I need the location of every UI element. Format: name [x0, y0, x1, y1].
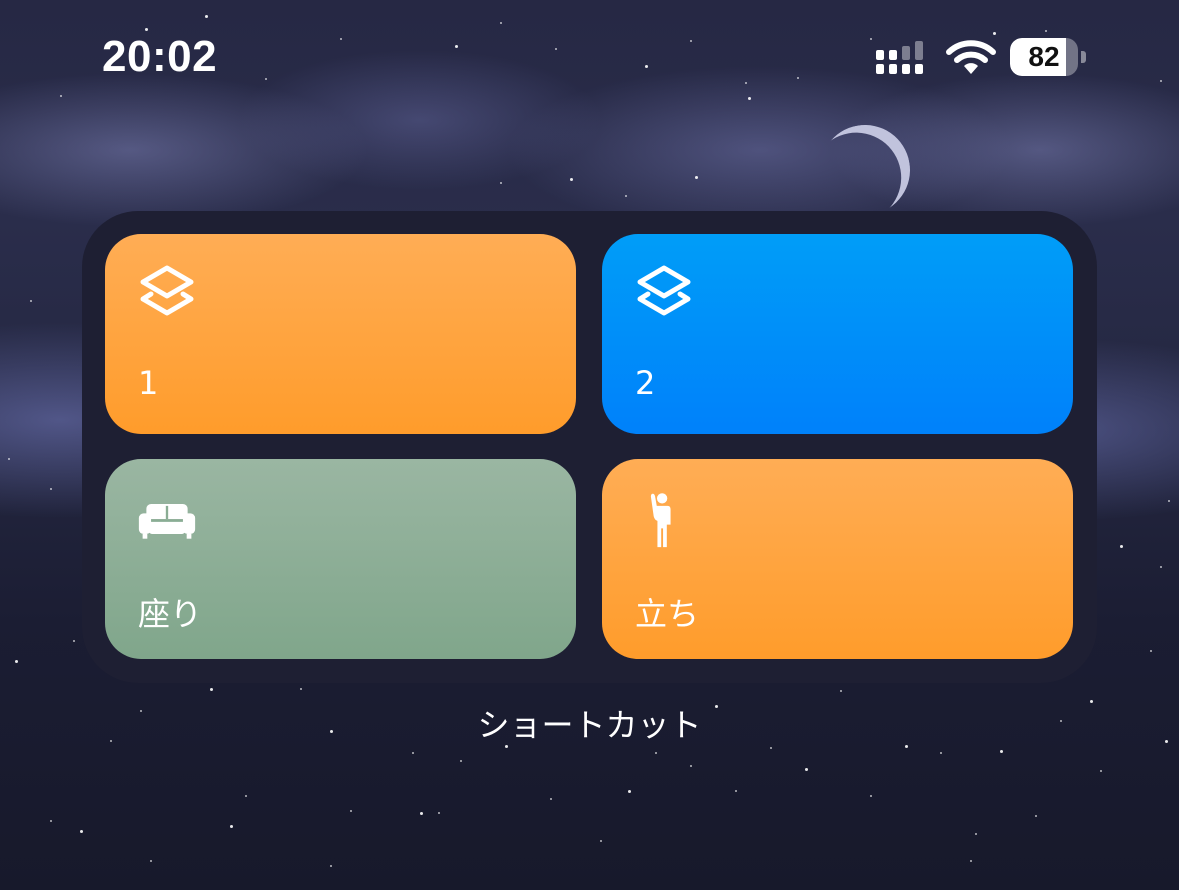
- star: [150, 860, 152, 862]
- star: [350, 810, 352, 812]
- star: [420, 812, 423, 815]
- shortcut-label: 立ち: [635, 595, 700, 633]
- star: [245, 795, 247, 797]
- star: [80, 830, 83, 833]
- star: [975, 833, 977, 835]
- star: [805, 768, 808, 771]
- shortcut-tile-1[interactable]: 1: [105, 234, 576, 434]
- star: [550, 798, 552, 800]
- shortcut-tile-sitting[interactable]: 座り: [105, 459, 576, 659]
- star: [73, 640, 75, 642]
- battery-body: 82: [1010, 38, 1078, 76]
- shortcuts-layers-icon: [637, 265, 691, 316]
- star: [1000, 750, 1003, 753]
- shortcuts-layers-icon: [140, 265, 194, 316]
- star: [1150, 650, 1152, 652]
- star: [625, 195, 627, 197]
- cellular-signal-icon: [876, 41, 923, 74]
- shortcut-label: 2: [635, 364, 656, 402]
- star: [1160, 566, 1162, 568]
- wifi-icon: [946, 40, 996, 74]
- star: [1035, 815, 1037, 817]
- star: [870, 795, 872, 797]
- star: [690, 765, 692, 767]
- star: [438, 812, 440, 814]
- star: [940, 752, 942, 754]
- standing-person-icon: [650, 493, 671, 548]
- star: [230, 825, 233, 828]
- clock: 20:02: [102, 32, 218, 81]
- shortcuts-widget: 1 2 座り 立ち: [82, 211, 1097, 683]
- shortcut-tile-2[interactable]: 2: [602, 234, 1073, 434]
- battery-percentage: 82: [1028, 41, 1060, 72]
- star: [600, 840, 602, 842]
- status-bar: 20:02 82: [0, 0, 1179, 120]
- star: [655, 752, 657, 754]
- star: [15, 660, 18, 663]
- star: [412, 752, 414, 754]
- star: [570, 178, 573, 181]
- star: [770, 747, 772, 749]
- star: [50, 488, 52, 490]
- star: [300, 688, 302, 690]
- star: [1120, 545, 1123, 548]
- star: [210, 688, 213, 691]
- star: [840, 690, 842, 692]
- battery-icon: 82: [1010, 38, 1086, 76]
- sofa-icon: [138, 504, 196, 539]
- star: [1100, 770, 1102, 772]
- star: [1168, 500, 1170, 502]
- star: [628, 790, 631, 793]
- shortcut-tile-standing[interactable]: 立ち: [602, 459, 1073, 659]
- star: [30, 300, 32, 302]
- star: [50, 820, 52, 822]
- star: [695, 176, 698, 179]
- star: [970, 860, 972, 862]
- star: [330, 865, 332, 867]
- star: [735, 790, 737, 792]
- shortcut-label: 座り: [138, 595, 203, 633]
- star: [460, 760, 462, 762]
- star: [8, 458, 10, 460]
- widget-caption: ショートカット: [477, 706, 702, 744]
- star: [500, 182, 502, 184]
- shortcut-label: 1: [138, 364, 159, 402]
- battery-tip: [1081, 51, 1086, 63]
